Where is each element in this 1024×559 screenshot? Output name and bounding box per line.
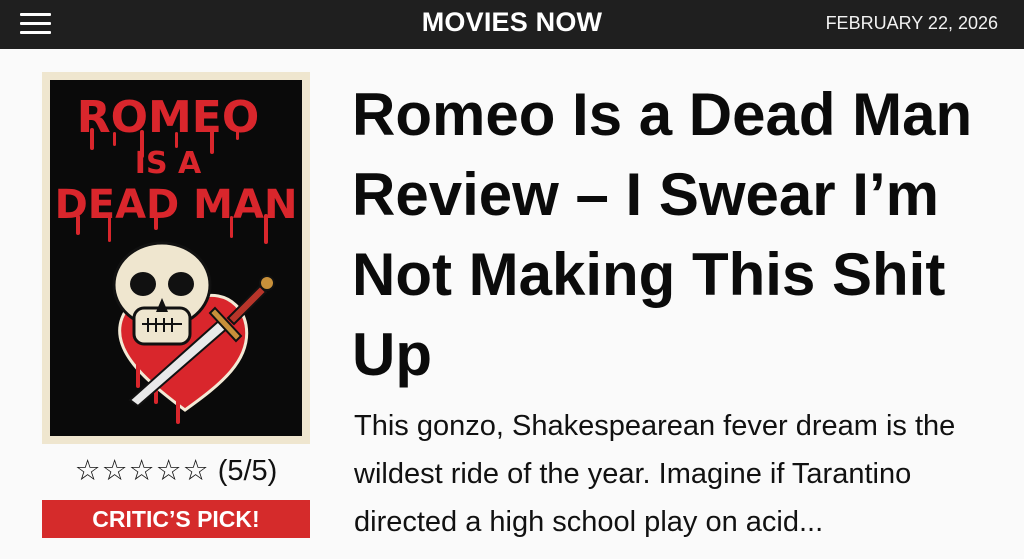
poster-artwork: ROMEO IS A DEAD MAN <box>50 80 302 436</box>
publish-date: FEBRUARY 22, 2026 <box>825 13 998 33</box>
critics-pick-badge: CRITIC’S PICK! <box>42 500 310 538</box>
article-headline[interactable]: Romeo Is a Dead Man Review – I Swear I’m… <box>352 75 1002 395</box>
movie-poster[interactable]: ROMEO IS A DEAD MAN <box>42 72 310 444</box>
article-summary: This gonzo, Shakespearean fever dream is… <box>354 410 956 538</box>
rating-stars-icon: ☆☆☆☆☆ <box>74 455 210 487</box>
poster-title-line2: IS A <box>135 146 202 181</box>
star-rating: ☆☆☆☆☆ (5/5) <box>42 453 310 489</box>
top-bar: MOVIES NOW FEBRUARY 22, 2026 <box>0 0 1024 49</box>
poster-title-line1: ROMEO <box>77 92 260 143</box>
rating-score: (5/5) <box>217 455 278 487</box>
poster-title-line3: DEAD MAN <box>55 182 298 228</box>
poster-illustration: ROMEO IS A DEAD MAN <box>55 92 298 424</box>
